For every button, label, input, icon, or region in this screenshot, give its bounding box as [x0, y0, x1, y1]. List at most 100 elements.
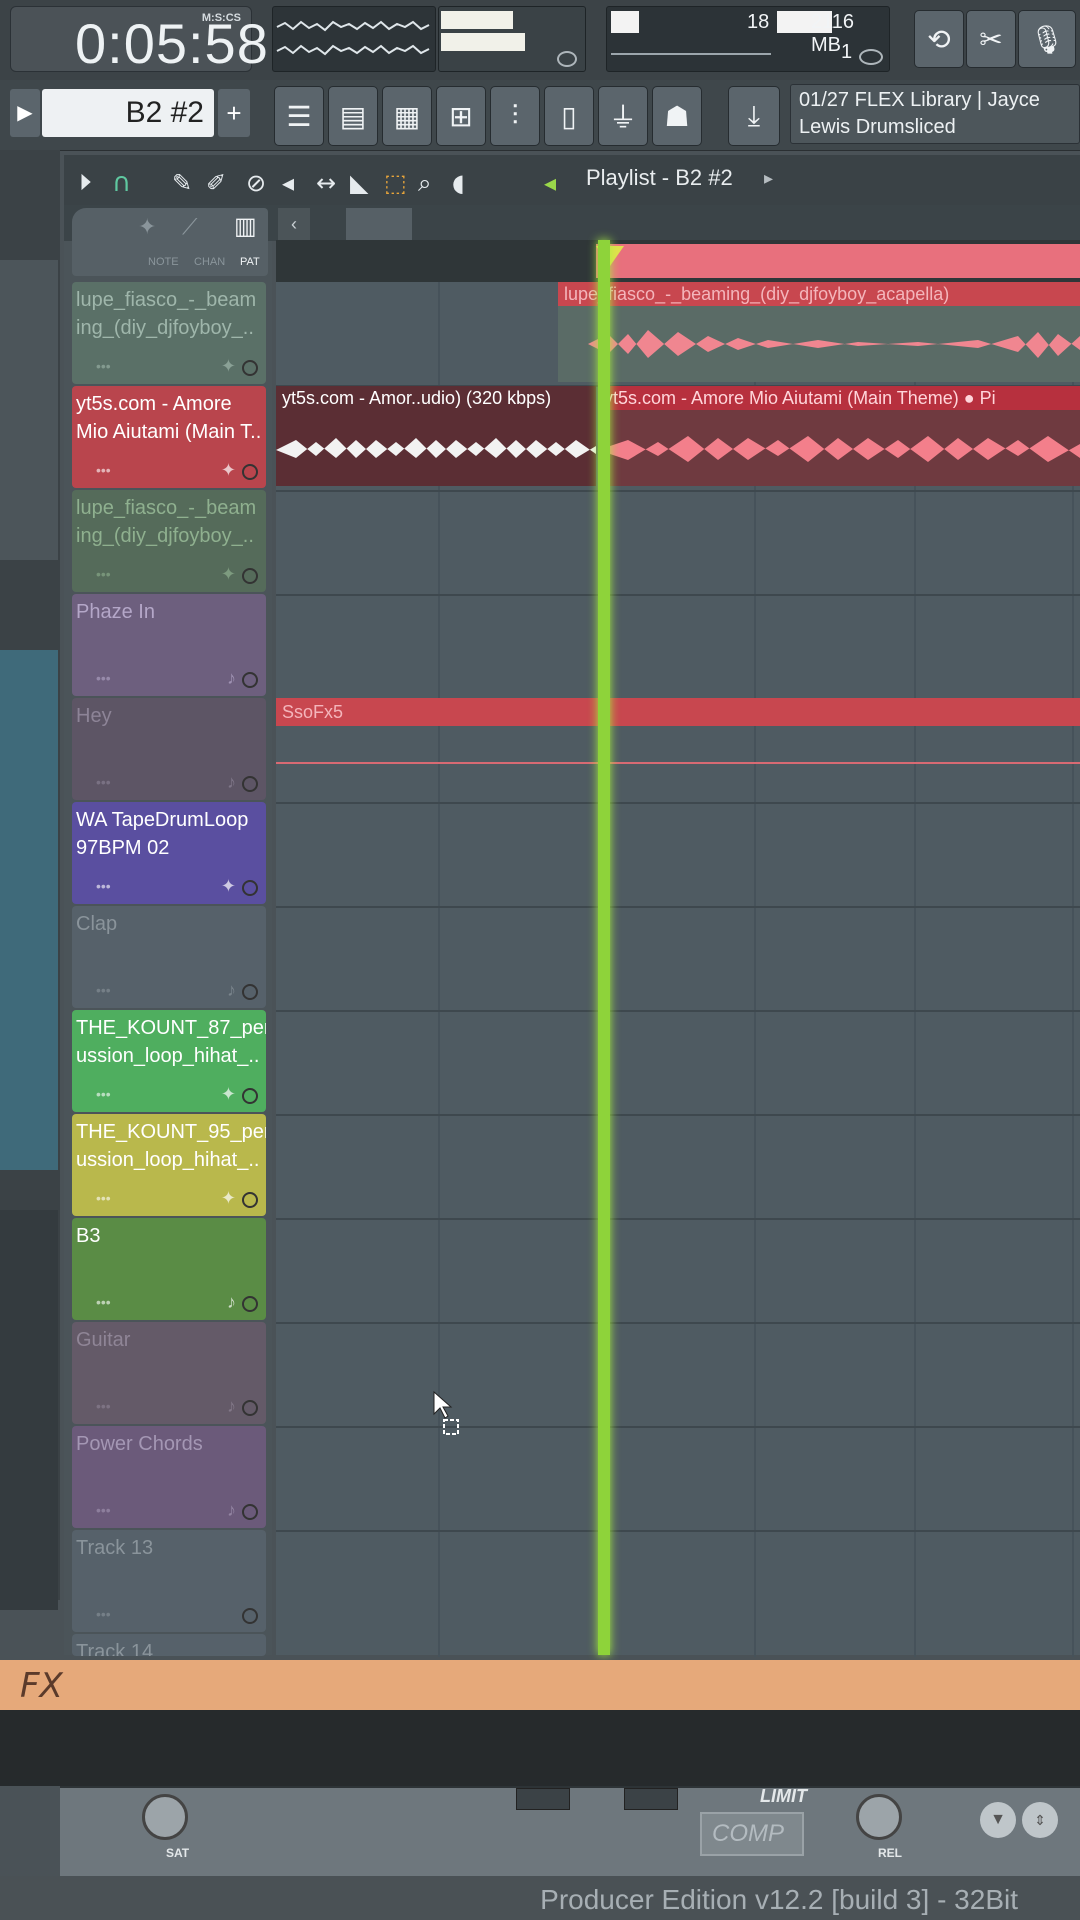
clip-title: yt5s.com - Amore Mio Aiutami (Main Theme…	[598, 386, 1080, 410]
clip-amore-b[interactable]: yt5s.com - Amore Mio Aiutami (Main Theme…	[598, 386, 1080, 486]
pattern-play-button[interactable]: ▶	[10, 89, 40, 137]
track-name: Track 13	[76, 1537, 154, 1559]
plugin-button[interactable]: ⏚	[598, 86, 648, 146]
track-name: Phaze In	[76, 601, 155, 623]
scroll-left-button[interactable]: ‹	[278, 208, 310, 240]
magnet-icon: ∩	[112, 168, 131, 198]
track-header-4[interactable]: Phaze In ••• ♪	[72, 594, 266, 696]
track-name: Hey	[76, 705, 112, 727]
playlist-button[interactable]: ☰	[274, 86, 324, 146]
plugin-button-1[interactable]	[516, 1788, 570, 1810]
undo-button[interactable]: ⟲	[914, 10, 964, 68]
delete-icon: ⊘	[246, 169, 266, 197]
fx-label: FX	[20, 1666, 63, 1706]
track-header-5[interactable]: Hey ••• ♪	[72, 698, 266, 800]
clip-amore-a[interactable]: yt5s.com - Amor..udio) (320 kbps)	[276, 386, 596, 486]
oscilloscope-display	[272, 6, 436, 72]
playlist-title[interactable]: Playlist - B2 #2	[586, 165, 733, 191]
channel-rack-button[interactable]: ▤	[328, 86, 378, 146]
preset-updown-button[interactable]: ⇕	[1022, 1802, 1058, 1838]
cut-button[interactable]: ✂	[966, 10, 1016, 68]
piano-roll-button[interactable]: ▦	[382, 86, 432, 146]
download-button[interactable]: ⤓	[728, 86, 780, 146]
plug-icon: ⏚	[608, 102, 637, 133]
track-enable-led[interactable]	[242, 1296, 258, 1312]
track-enable-led[interactable]	[242, 672, 258, 688]
track-enable-led[interactable]	[242, 776, 258, 792]
track-enable-led[interactable]	[242, 1088, 258, 1104]
audio-clip-icon: ✦	[220, 356, 236, 376]
grid-row-line	[276, 1114, 1080, 1116]
hint-line-1: 01/27 FLEX Library | Jayce	[799, 89, 1040, 111]
cpu-value: 18	[747, 11, 770, 33]
piano-roll-icon: ▦	[393, 100, 421, 132]
mixer-icon: ⫶	[511, 99, 519, 131]
track-header-10[interactable]: B3 ••• ♪	[72, 1218, 266, 1320]
chevron-left-icon: ‹	[291, 214, 297, 234]
browser-button[interactable]: ⊞	[436, 86, 486, 146]
track-header-13[interactable]: Track 13 •••	[72, 1530, 266, 1632]
track-header-6[interactable]: WA TapeDrumLoop 97BPM 02 ••• ✦	[72, 802, 266, 904]
note-icon: ♪	[227, 1292, 236, 1312]
dark-band	[0, 1710, 1080, 1786]
preset-down-button[interactable]: ▼	[980, 1802, 1016, 1838]
plus-icon: +	[226, 98, 242, 128]
audio-clip-icon: ✦	[220, 1084, 236, 1104]
mixer-button[interactable]: ⫶	[490, 86, 540, 146]
note-icon[interactable]: ✦	[138, 214, 156, 240]
grid-row-line	[276, 1322, 1080, 1324]
track-header-3[interactable]: lupe_fiasco_-_beam ing_(diy_djfoyboy_.. …	[72, 490, 266, 592]
track-enable-led[interactable]	[242, 1192, 258, 1208]
comp-label: COMP	[712, 1820, 784, 1847]
record-audio-button[interactable]: 🎙	[1018, 10, 1076, 68]
pattern-selector[interactable]: B2 #2	[42, 89, 214, 137]
grid-row-line	[276, 490, 1080, 492]
help-button[interactable]: ☗	[652, 86, 702, 146]
clip-title: yt5s.com - Amor..udio) (320 kbps)	[276, 386, 596, 410]
note-icon: ♪	[227, 1500, 236, 1520]
hint-line-2: Lewis Drumsliced	[799, 116, 956, 138]
mouse-cursor-icon	[433, 1390, 459, 1435]
loop-region[interactable]	[596, 244, 1080, 278]
playhead[interactable]	[598, 240, 610, 1655]
track-header-11[interactable]: Guitar ••• ♪	[72, 1322, 266, 1424]
track-header-8[interactable]: THE_KOUNT_87_perc ussion_loop_hihat_.. •…	[72, 1010, 266, 1112]
track-enable-led[interactable]	[242, 1608, 258, 1624]
mixer-fx-strip: FX	[0, 1660, 1080, 1710]
grid-bar-line	[438, 282, 440, 1657]
zoom-icon: ⌕	[418, 169, 431, 197]
track-name: Track 14	[76, 1641, 154, 1656]
add-pattern-button[interactable]: +	[218, 89, 250, 137]
song-time-display[interactable]: M:S:CS 0:05:58	[10, 6, 268, 75]
comp-mode-button[interactable]: COMP	[700, 1812, 804, 1856]
track-header-2[interactable]: yt5s.com - Amore Mio Aiutami (Main T.. •…	[72, 386, 266, 488]
track-header-12[interactable]: Power Chords ••• ♪	[72, 1426, 266, 1528]
automation-icon[interactable]: ⟋	[182, 214, 197, 240]
track-header-14[interactable]: Track 14	[72, 1634, 266, 1656]
track-enable-led[interactable]	[242, 360, 258, 376]
track-header-9[interactable]: THE_KOUNT_95_perc ussion_loop_hihat_.. •…	[72, 1114, 266, 1216]
horizontal-scrollbar[interactable]	[346, 208, 412, 240]
sat-knob[interactable]	[142, 1794, 188, 1840]
audio-clip-icon: ✦	[220, 1188, 236, 1208]
paint-icon: ✐	[206, 169, 226, 197]
clip-lupe[interactable]: lupe_fiasco_-_beaming_(diy_djfoyboy_acap…	[558, 282, 1080, 382]
track-enable-led[interactable]	[242, 1504, 258, 1520]
rel-knob[interactable]	[856, 1794, 902, 1840]
track-header-1[interactable]: lupe_fiasco_-_beam ing_(diy_djfoyboy_.. …	[72, 282, 266, 384]
polyphony-value: 1	[841, 41, 853, 63]
plugin-button-2[interactable]	[624, 1788, 678, 1810]
track-enable-led[interactable]	[242, 984, 258, 1000]
track-header-7[interactable]: Clap ••• ♪	[72, 906, 266, 1008]
project-button[interactable]: ▯	[544, 86, 594, 146]
track-enable-led[interactable]	[242, 464, 258, 480]
track-enable-led[interactable]	[242, 880, 258, 896]
track-enable-led[interactable]	[242, 1400, 258, 1416]
pattern-icon[interactable]: ▥	[234, 212, 257, 241]
track-enable-led[interactable]	[242, 568, 258, 584]
track-name: B3	[76, 1225, 101, 1247]
track-name: Guitar	[76, 1329, 131, 1351]
clip-ssofx[interactable]: SsoFx5	[276, 698, 1080, 726]
note-icon: ♪	[227, 1396, 236, 1416]
grid-row-line	[276, 906, 1080, 908]
